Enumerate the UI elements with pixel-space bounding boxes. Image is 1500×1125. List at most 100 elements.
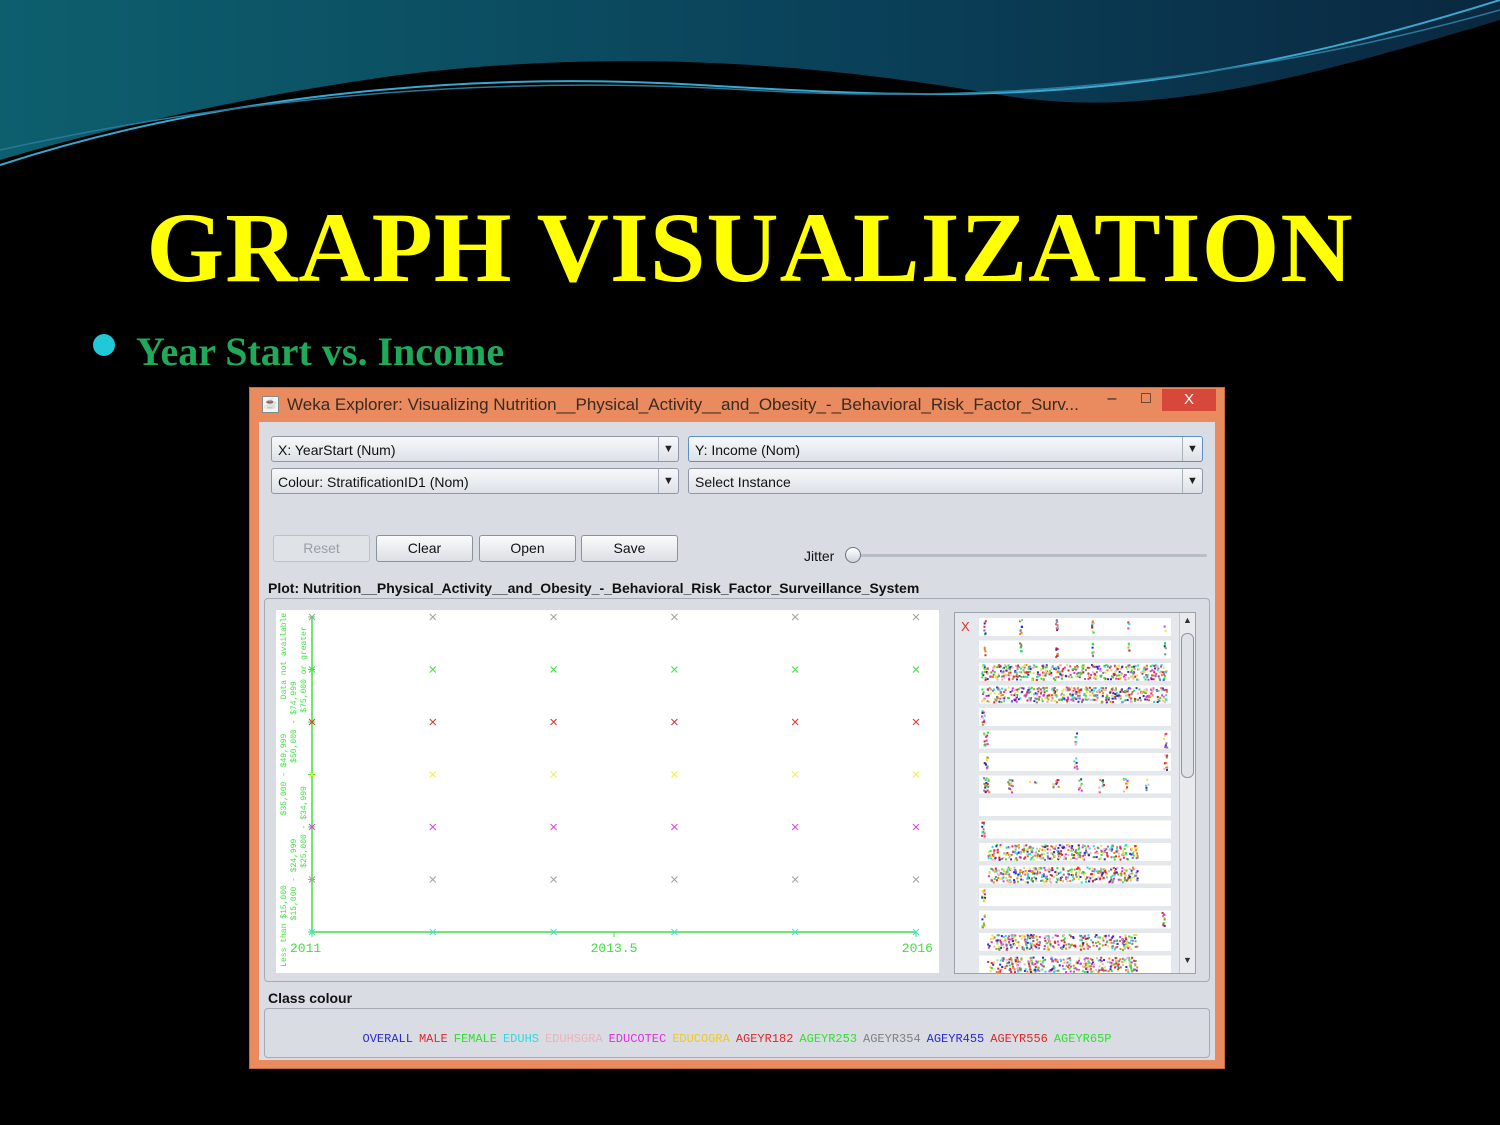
- scroll-down-icon[interactable]: ▼: [1180, 955, 1195, 971]
- attribute-bar-dot: [1008, 678, 1011, 681]
- class-colour-item[interactable]: RACEBLK: [825, 1055, 875, 1057]
- attribute-bar-dot: [1033, 781, 1036, 784]
- attribute-bar-dot: [1086, 971, 1089, 973]
- attribute-bar-dot: [1053, 940, 1056, 943]
- attribute-bar[interactable]: [979, 708, 1171, 726]
- attribute-bar-dot: [1044, 846, 1047, 849]
- x-axis-select[interactable]: X: YearStart (Num) ▼: [271, 436, 679, 462]
- attribute-bar-dot: [1065, 689, 1068, 692]
- class-colour-item[interactable]: AGEYR253: [799, 1032, 857, 1046]
- attribute-bar-dot: [1050, 671, 1053, 674]
- class-colour-item[interactable]: INC75PLU: [663, 1055, 721, 1057]
- attribute-bar[interactable]: [979, 820, 1171, 839]
- class-colour-item[interactable]: INC1525: [437, 1055, 487, 1057]
- attribute-bar-dot: [999, 871, 1002, 874]
- open-button[interactable]: Open: [479, 535, 576, 562]
- save-button[interactable]: Save: [581, 535, 678, 562]
- attribute-bar[interactable]: [979, 618, 1171, 636]
- class-colour-item[interactable]: RACENAA: [1050, 1055, 1100, 1057]
- minimize-button[interactable]: –: [1102, 390, 1122, 412]
- attribute-bar[interactable]: [979, 888, 1171, 906]
- attribute-bar-dot: [1023, 963, 1026, 966]
- attribute-bar-dot: [1134, 847, 1137, 850]
- attribute-bars-panel[interactable]: X ▲ ▼: [954, 612, 1196, 974]
- jitter-slider[interactable]: [855, 554, 1207, 557]
- class-colour-item[interactable]: AGEYR556: [990, 1032, 1048, 1046]
- attribute-bar-dot: [1079, 856, 1082, 859]
- class-colour-item[interactable]: EDUCOGRA: [672, 1032, 730, 1046]
- attribute-bar-dot: [1041, 848, 1044, 851]
- attribute-bar-dot: [1094, 941, 1097, 944]
- attribute-bar-dot: [1107, 934, 1110, 937]
- attribute-bar-dot: [996, 666, 999, 669]
- attribute-bar-dot: [1054, 871, 1057, 874]
- attribute-bar-dot: [1165, 688, 1168, 691]
- clear-button[interactable]: Clear: [376, 535, 473, 562]
- class-colour-item[interactable]: RACEWHT: [768, 1055, 818, 1057]
- attribute-bar-dot: [1063, 941, 1066, 944]
- scatter-plot-svg[interactable]: 2011 2013.5 2016 Less than $15,000$15,000 -…: [276, 610, 939, 973]
- attribute-bar-dot: [983, 915, 986, 918]
- class-colour-item[interactable]: INCLESS1: [373, 1055, 431, 1057]
- class-colour-item[interactable]: INC5075: [606, 1055, 656, 1057]
- attribute-bar-dot: [1084, 669, 1087, 672]
- attribute-bar-dot: [1070, 853, 1073, 856]
- attribute-bar[interactable]: [979, 910, 1171, 929]
- class-colour-item[interactable]: EDUCOTEC: [609, 1032, 667, 1046]
- class-colour-item[interactable]: AGEYR354: [863, 1032, 921, 1046]
- attribute-bar-dot: [1134, 968, 1137, 971]
- scrollbar-thumb[interactable]: [1181, 633, 1194, 778]
- class-colour-item[interactable]: AGEYR455: [927, 1032, 985, 1046]
- class-colour-item[interactable]: AGEYR182: [736, 1032, 794, 1046]
- scroll-up-icon[interactable]: ▲: [1180, 615, 1195, 631]
- attribute-bar-dot: [1056, 624, 1059, 627]
- y-axis-select[interactable]: Y: Income (Nom) ▼: [688, 436, 1203, 462]
- attribute-bar-dot: [992, 855, 995, 858]
- close-button[interactable]: X: [1162, 389, 1216, 411]
- jitter-slider-handle[interactable]: [845, 547, 861, 563]
- attribute-bar-dot: [1097, 876, 1100, 879]
- attribute-bar-dot: [1071, 875, 1074, 878]
- attribute-bar-dot: [1026, 873, 1029, 876]
- reset-button[interactable]: Reset: [273, 535, 370, 562]
- attribute-bars[interactable]: [955, 613, 1179, 974]
- class-colour-item[interactable]: RACEHPI: [994, 1055, 1044, 1057]
- attribute-bar-dot: [1148, 696, 1151, 699]
- attribute-bar-dot: [1130, 939, 1133, 942]
- class-colour-item[interactable]: EDUHSGRA: [545, 1032, 603, 1046]
- attribute-bar-dot: [1052, 783, 1055, 786]
- attribute-bar[interactable]: [979, 640, 1171, 659]
- attribute-bar-dot: [1020, 875, 1023, 878]
- attribute-bar[interactable]: [979, 730, 1171, 749]
- attribute-bar-dot: [1117, 873, 1120, 876]
- select-instance-select[interactable]: Select Instance ▼: [688, 468, 1203, 494]
- scrollbar[interactable]: ▲ ▼: [1179, 613, 1195, 973]
- maximize-button[interactable]: □: [1136, 390, 1156, 412]
- attribute-bar[interactable]: [979, 775, 1171, 794]
- data-point: [429, 771, 437, 778]
- class-colour-item[interactable]: RACEHIS: [881, 1055, 931, 1057]
- class-colour-item[interactable]: FEMALE: [454, 1032, 497, 1046]
- attribute-bar[interactable]: [979, 798, 1171, 816]
- class-colour-item[interactable]: INCNR: [726, 1055, 762, 1057]
- attribute-bar-dot: [1027, 667, 1030, 670]
- attribute-bar-dot: [1066, 687, 1069, 690]
- class-colour-item[interactable]: INC2535: [493, 1055, 543, 1057]
- class-colour-item[interactable]: AGEYR65P: [1054, 1032, 1112, 1046]
- colour-select[interactable]: Colour: StratificationID1 (Nom) ▼: [271, 468, 679, 494]
- attribute-bar[interactable]: [979, 955, 1171, 974]
- class-colour-item[interactable]: INC3550: [550, 1055, 600, 1057]
- class-colour-item[interactable]: OVERALL: [363, 1032, 413, 1046]
- attribute-bar-dot: [1059, 871, 1062, 874]
- class-colour-item[interactable]: EDUHS: [503, 1032, 539, 1046]
- attribute-bar-dot: [1063, 856, 1066, 859]
- class-colour-item[interactable]: RACEASN: [937, 1055, 987, 1057]
- title-bar[interactable]: ☕ Weka Explorer: Visualizing Nutrition__…: [250, 388, 1224, 422]
- scatter-plot[interactable]: 2011 2013.5 2016 Less than $15,000 $15,000 -…: [276, 610, 939, 973]
- attribute-bar-dot: [1031, 942, 1034, 945]
- attribute-bar-dot: [981, 834, 984, 837]
- attribute-bar-dot: [1036, 941, 1039, 944]
- class-colour-item[interactable]: MALE: [419, 1032, 448, 1046]
- attribute-bar-dot: [1043, 688, 1046, 691]
- attribute-bar-dot: [1018, 961, 1021, 964]
